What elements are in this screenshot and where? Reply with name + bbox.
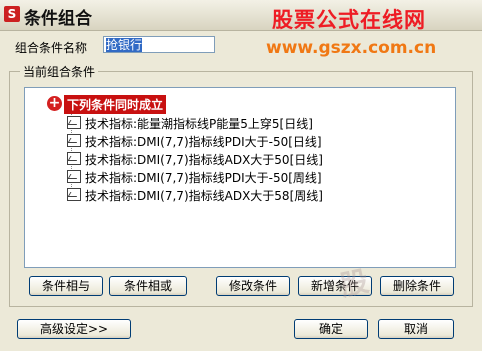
conditions-tree[interactable]: + 下列条件同时成立 技术指标:能量潮指标线P能量5上穿5[日线] 技术指标:D… [24, 87, 456, 268]
tree-item-label: 技术指标:DMI(7,7)指标线PDI大于-50[周线] [85, 171, 322, 185]
tree-root-label: 下列条件同时成立 [64, 95, 167, 114]
chart-icon [67, 188, 81, 201]
watermark-site-name: 股票公式在线网 [272, 8, 426, 32]
plus-icon[interactable]: + [47, 96, 62, 111]
chart-icon [67, 170, 81, 183]
watermark-url: www.gszx.com.cn [266, 38, 437, 58]
and-conditions-button[interactable]: 条件相与 [29, 276, 103, 296]
tree-item-label: 技术指标:能量潮指标线P能量5上穿5[日线] [85, 117, 313, 131]
chart-icon [67, 116, 81, 129]
advanced-settings-button[interactable]: 高级设定>> [17, 319, 131, 339]
delete-condition-button[interactable]: 删除条件 [380, 276, 454, 296]
cancel-button[interactable]: 取消 [378, 319, 454, 339]
ok-button[interactable]: 确定 [294, 319, 368, 339]
tree-item-label: 技术指标:DMI(7,7)指标线ADX大于58[周线] [85, 189, 323, 203]
app-icon: S [4, 6, 20, 22]
tree-item-label: 技术指标:DMI(7,7)指标线PDI大于-50[日线] [85, 135, 322, 149]
chart-icon [67, 152, 81, 165]
name-input[interactable]: 抢银行 [103, 36, 215, 53]
or-conditions-button[interactable]: 条件相或 [109, 276, 187, 296]
modify-condition-button[interactable]: 修改条件 [216, 276, 290, 296]
window-title: 条件组合 [24, 9, 92, 29]
conditions-group-label: 当前组合条件 [20, 63, 99, 80]
name-input-value: 抢银行 [106, 38, 143, 52]
name-label: 组合条件名称 [15, 41, 88, 55]
chart-icon [67, 134, 81, 147]
tree-item-label: 技术指标:DMI(7,7)指标线ADX大于50[日线] [85, 153, 323, 167]
add-condition-button[interactable]: 新增条件 [298, 276, 372, 296]
